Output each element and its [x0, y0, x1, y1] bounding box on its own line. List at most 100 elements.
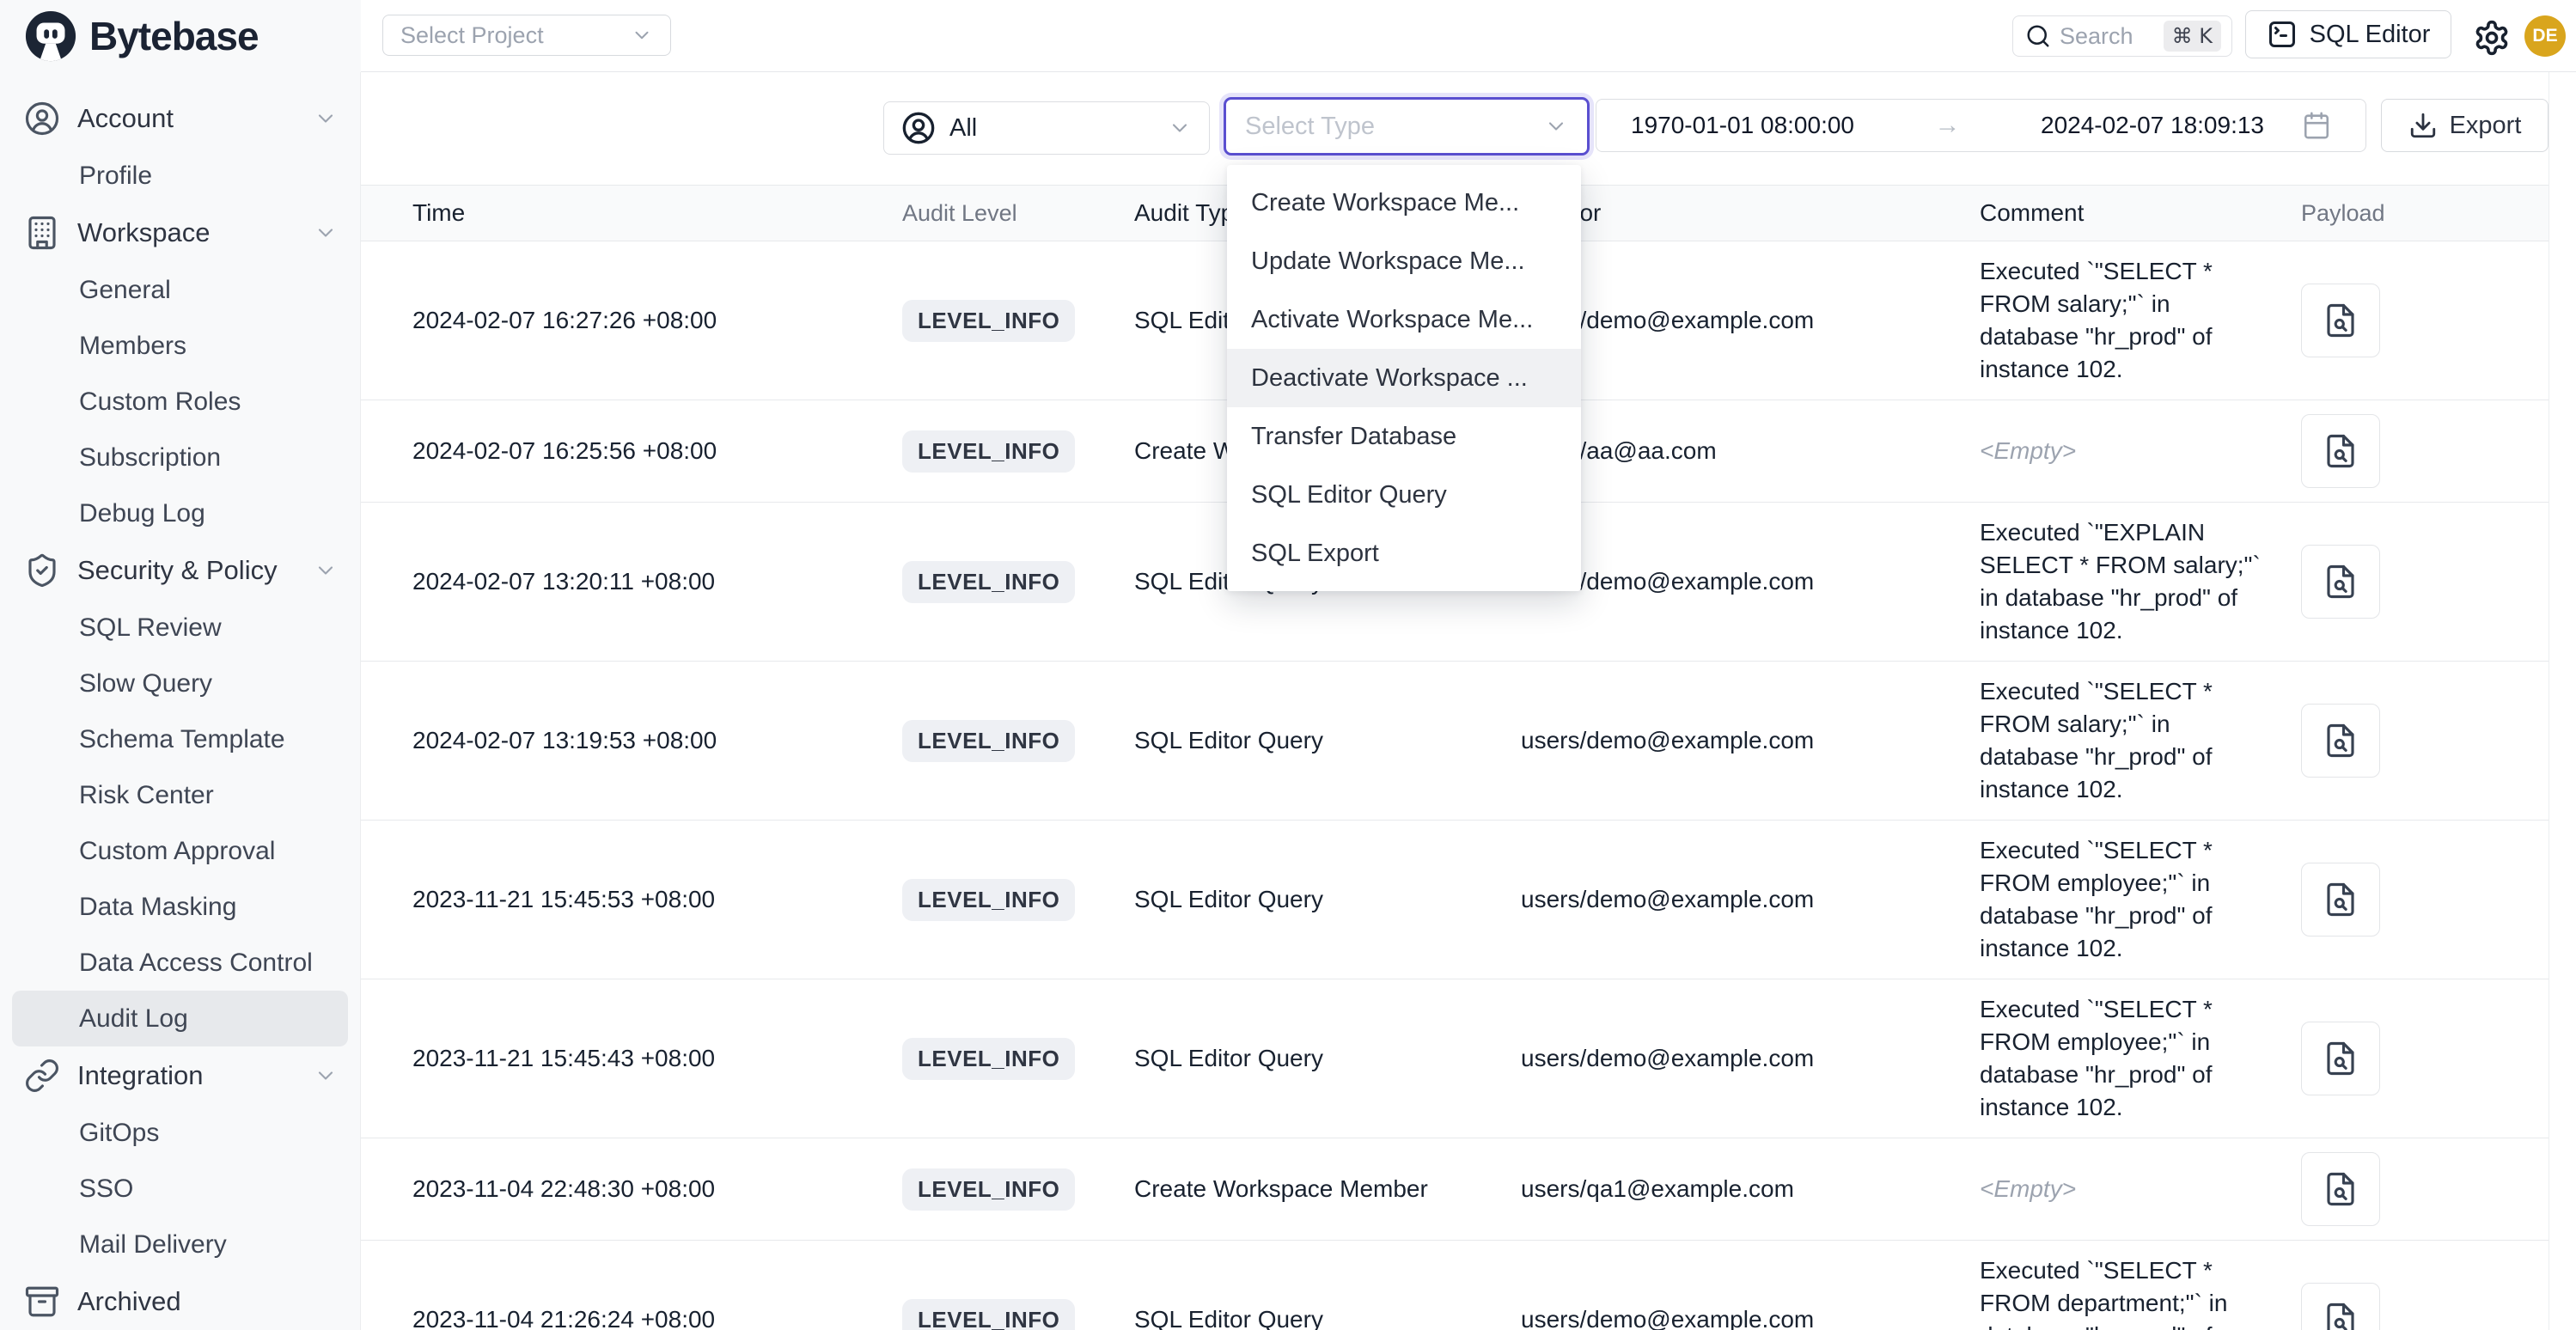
- cell-payload: [2301, 690, 2549, 791]
- sidebar-item-mail-delivery[interactable]: Mail Delivery: [0, 1217, 360, 1272]
- payload-view-button[interactable]: [2301, 1152, 2380, 1226]
- sidebar-item-data-masking[interactable]: Data Masking: [0, 879, 360, 935]
- project-select-value: Select Project: [400, 22, 544, 49]
- sql-editor-button[interactable]: SQL Editor: [2245, 10, 2451, 58]
- sidebar-item-archived[interactable]: Archived: [0, 1272, 360, 1330]
- chevron-down-icon: [314, 221, 338, 245]
- sidebar: AccountProfileWorkspaceGeneralMembersCus…: [0, 72, 361, 1330]
- type-menu-item-sql-export[interactable]: SQL Export: [1227, 524, 1581, 583]
- sidebar-item-schema-template[interactable]: Schema Template: [0, 711, 360, 767]
- payload-view-button[interactable]: [2301, 414, 2380, 488]
- type-menu-item-create-workspace-me[interactable]: Create Workspace Me...: [1227, 174, 1581, 232]
- type-menu-item-update-workspace-me[interactable]: Update Workspace Me...: [1227, 232, 1581, 290]
- sidebar-item-risk-center[interactable]: Risk Center: [0, 767, 360, 823]
- payload-view-button[interactable]: [2301, 704, 2380, 778]
- date-range-picker[interactable]: 1970-01-01 08:00:00 → 2024-02-07 18:09:1…: [1596, 99, 2366, 152]
- file-search-icon: [2323, 302, 2359, 339]
- sidebar-item-integration[interactable]: Integration: [0, 1046, 360, 1105]
- cell-audit-type: SQL Editor Query: [1134, 1292, 1521, 1330]
- table-row: 2024-02-07 13:19:53 +08:00LEVEL_INFOSQL …: [361, 662, 2549, 821]
- sidebar-item-subscription[interactable]: Subscription: [0, 430, 360, 485]
- cell-time: 2024-02-07 16:27:26 +08:00: [361, 293, 902, 348]
- project-select[interactable]: Select Project: [382, 15, 671, 56]
- brand: Bytebase: [0, 0, 361, 72]
- arrow-right-icon: →: [1914, 111, 1981, 140]
- level-badge: LEVEL_INFO: [902, 1168, 1075, 1211]
- date-to[interactable]: 2024-02-07 18:09:13: [2041, 112, 2264, 139]
- cell-comment: <Empty>: [1980, 421, 2301, 481]
- sidebar-item-general[interactable]: General: [0, 262, 360, 318]
- sidebar-item-custom-roles[interactable]: Custom Roles: [0, 374, 360, 430]
- level-badge: LEVEL_INFO: [902, 720, 1075, 762]
- sidebar-item-members[interactable]: Members: [0, 318, 360, 374]
- gear-icon[interactable]: [2473, 19, 2511, 57]
- file-search-icon: [2323, 433, 2359, 469]
- file-search-icon: [2323, 1040, 2359, 1077]
- cell-creator: users/qa1@example.com: [1521, 1162, 1980, 1217]
- sidebar-item-custom-approval[interactable]: Custom Approval: [0, 823, 360, 879]
- payload-view-button[interactable]: [2301, 1022, 2380, 1095]
- cell-audit-level: LEVEL_INFO: [902, 1285, 1134, 1330]
- payload-view-button[interactable]: [2301, 284, 2380, 357]
- sidebar-item-debug-log[interactable]: Debug Log: [0, 485, 360, 541]
- avatar[interactable]: DE: [2524, 15, 2566, 57]
- sidebar-item-label: Risk Center: [79, 781, 360, 810]
- payload-view-button[interactable]: [2301, 863, 2380, 936]
- date-from[interactable]: 1970-01-01 08:00:00: [1631, 112, 1854, 139]
- type-filter-select[interactable]: Select Type: [1224, 97, 1590, 156]
- cell-creator: users/demo@example.com: [1521, 293, 1980, 348]
- search-input[interactable]: Search ⌘ K: [2012, 15, 2232, 57]
- file-search-icon: [2323, 1171, 2359, 1207]
- type-menu-item-sql-editor-query[interactable]: SQL Editor Query: [1227, 466, 1581, 524]
- chevron-down-icon: [1544, 114, 1568, 138]
- actor-filter-select[interactable]: All: [883, 101, 1210, 155]
- cell-creator: users/demo@example.com: [1521, 713, 1980, 768]
- file-search-icon: [2323, 564, 2359, 600]
- cell-comment: Executed `"SELECT * FROM employee;"` in …: [1980, 979, 2301, 1138]
- type-menu-item-activate-workspace-me[interactable]: Activate Workspace Me...: [1227, 290, 1581, 349]
- sidebar-item-profile[interactable]: Profile: [0, 148, 360, 204]
- type-dropdown-menu: Create Workspace Me...Update Workspace M…: [1227, 165, 1581, 591]
- terminal-icon: [2267, 19, 2298, 50]
- cell-time: 2024-02-07 16:25:56 +08:00: [361, 424, 902, 479]
- building-icon: [24, 215, 60, 251]
- bytebase-logo-icon: [24, 9, 77, 63]
- sidebar-item-gitops[interactable]: GitOps: [0, 1105, 360, 1161]
- cell-audit-level: LEVEL_INFO: [902, 1155, 1134, 1224]
- cell-creator: users/aa@aa.com: [1521, 424, 1980, 479]
- sidebar-item-workspace[interactable]: Workspace: [0, 204, 360, 262]
- sidebar-item-audit-log[interactable]: Audit Log: [12, 991, 348, 1046]
- sidebar-item-sso[interactable]: SSO: [0, 1161, 360, 1217]
- cell-comment: Executed `"EXPLAIN SELECT * FROM salary;…: [1980, 503, 2301, 661]
- sidebar-item-label: General: [79, 276, 360, 305]
- sidebar-item-label: SQL Review: [79, 613, 360, 643]
- cell-time: 2023-11-21 15:45:43 +08:00: [361, 1031, 902, 1086]
- table-row: 2023-11-21 15:45:43 +08:00LEVEL_INFOSQL …: [361, 979, 2549, 1138]
- cell-comment: <Empty>: [1980, 1159, 2301, 1219]
- sidebar-item-label: Mail Delivery: [79, 1230, 360, 1260]
- sidebar-item-account[interactable]: Account: [0, 89, 360, 148]
- chevron-down-icon: [314, 558, 338, 583]
- cell-comment: Executed `"SELECT * FROM salary;"` in da…: [1980, 241, 2301, 400]
- sidebar-item-label: GitOps: [79, 1119, 360, 1148]
- chevron-down-icon: [1168, 116, 1192, 140]
- search-placeholder: Search: [2060, 23, 2155, 50]
- chevron-down-icon: [314, 107, 338, 131]
- sidebar-nav: AccountProfileWorkspaceGeneralMembersCus…: [0, 89, 360, 1330]
- sidebar-item-sql-review[interactable]: SQL Review: [0, 600, 360, 656]
- cell-payload: [2301, 531, 2549, 632]
- payload-view-button[interactable]: [2301, 1283, 2380, 1330]
- type-menu-item-transfer-database[interactable]: Transfer Database: [1227, 407, 1581, 466]
- cell-payload: [2301, 270, 2549, 371]
- table-row: 2023-11-04 21:26:24 +08:00LEVEL_INFOSQL …: [361, 1241, 2549, 1330]
- payload-view-button[interactable]: [2301, 545, 2380, 619]
- sidebar-item-data-access-control[interactable]: Data Access Control: [0, 935, 360, 991]
- sidebar-item-slow-query[interactable]: Slow Query: [0, 656, 360, 711]
- sidebar-item-label: Custom Approval: [79, 837, 360, 866]
- cell-audit-type: Create Workspace Member: [1134, 1162, 1521, 1217]
- cell-creator: users/demo@example.com: [1521, 554, 1980, 609]
- search-icon: [2025, 23, 2051, 49]
- type-menu-item-deactivate-workspace[interactable]: Deactivate Workspace ...: [1227, 349, 1581, 407]
- export-button[interactable]: Export: [2381, 99, 2549, 152]
- sidebar-item-security-policy[interactable]: Security & Policy: [0, 541, 360, 600]
